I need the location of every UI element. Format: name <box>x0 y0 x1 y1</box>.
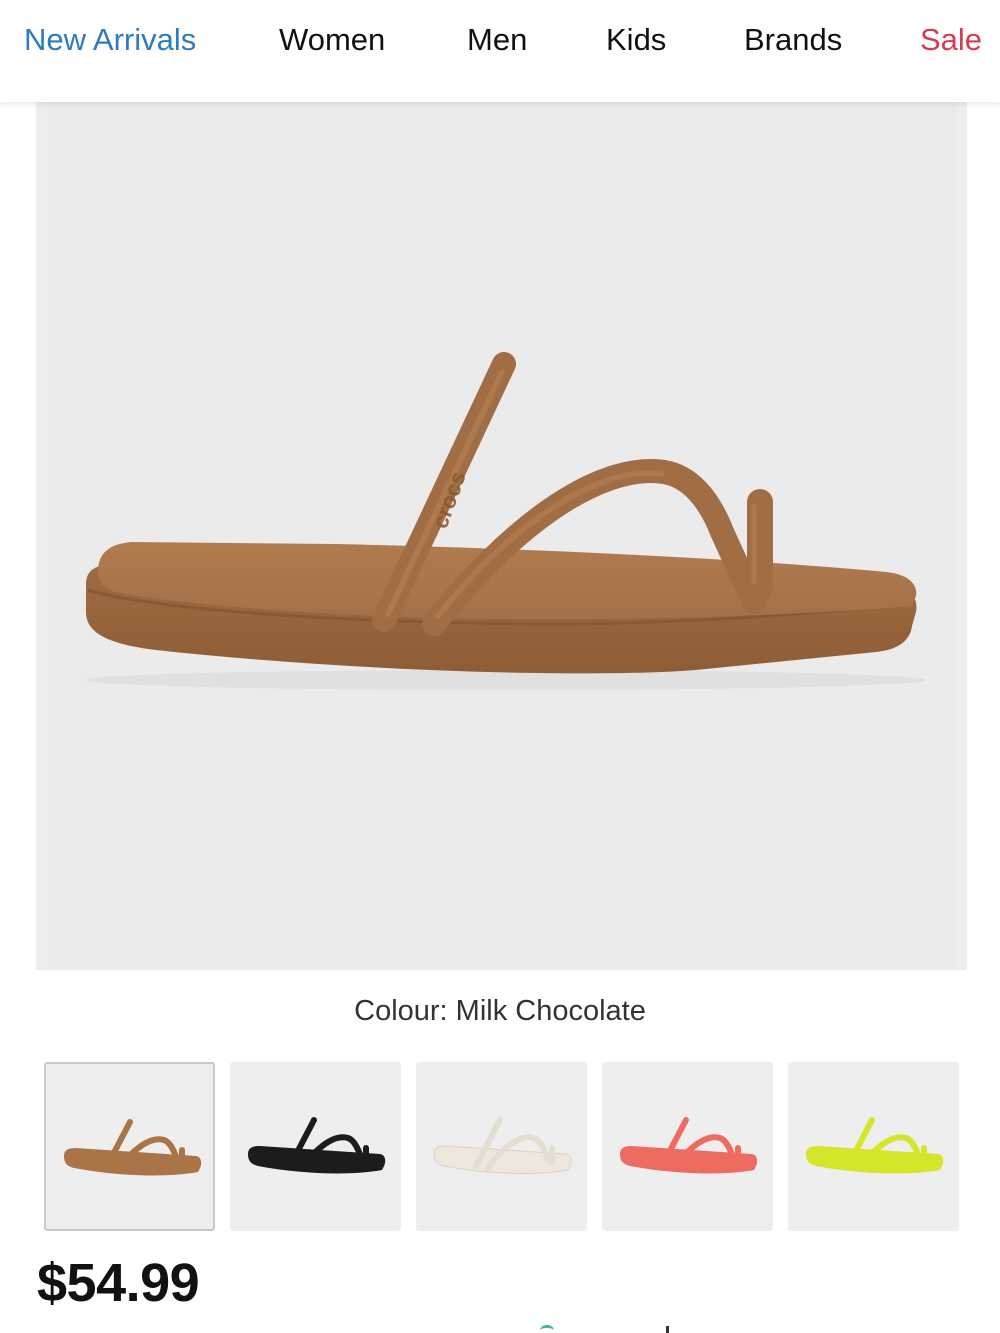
below-fold-decoration <box>666 1326 669 1333</box>
sandal-thumbnail-icon <box>620 1117 758 1174</box>
nav-brands[interactable]: Brands <box>744 20 842 60</box>
nav-men[interactable]: Men <box>467 20 527 60</box>
nav-kids[interactable]: Kids <box>606 20 666 60</box>
below-fold-decoration <box>540 1325 554 1333</box>
product-page: New Arrivals Women Men Kids Brands Sale <box>0 0 1000 1333</box>
swatch-milk-chocolate[interactable] <box>44 1062 215 1231</box>
sandal-illustration: crocs <box>86 352 926 690</box>
swatch-coral[interactable] <box>602 1062 773 1231</box>
nav-women[interactable]: Women <box>279 20 385 60</box>
sandal-thumbnail-icon <box>64 1119 202 1176</box>
swatch-white[interactable] <box>416 1062 587 1231</box>
colour-label: Colour: Milk Chocolate <box>354 995 646 1027</box>
product-hero-image[interactable]: crocs <box>36 102 967 970</box>
nav-sale[interactable]: Sale <box>920 20 982 60</box>
swatch-lime[interactable] <box>788 1062 959 1231</box>
sandal-thumbnail-icon <box>433 1117 572 1174</box>
sandal-thumbnail-icon <box>806 1117 944 1174</box>
sandal-thumbnail-icon <box>248 1117 386 1174</box>
nav-new-arrivals[interactable]: New Arrivals <box>24 20 196 60</box>
swatch-black[interactable] <box>230 1062 401 1231</box>
product-price: $54.99 <box>37 1253 200 1313</box>
top-nav: New Arrivals Women Men Kids Brands Sale <box>0 0 1000 102</box>
